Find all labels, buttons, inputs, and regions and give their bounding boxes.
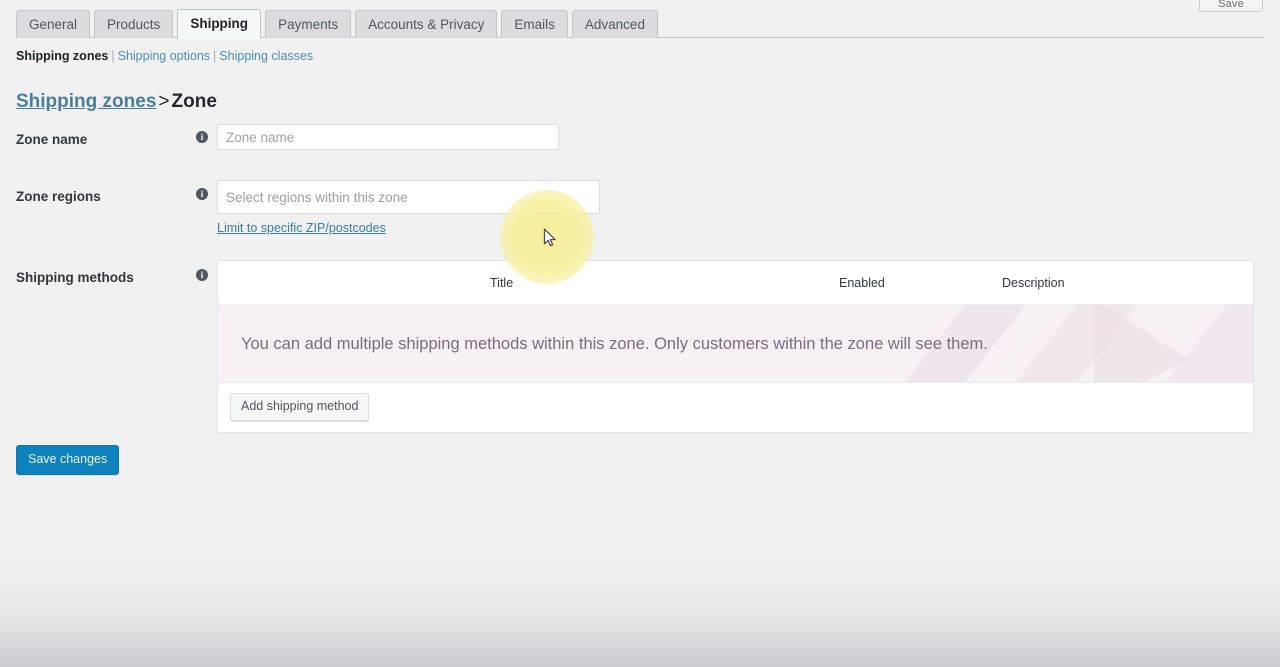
shipping-subnav: Shipping zones | Shipping options | Shipping… [16, 48, 313, 64]
zone-regions-label: Zone regions [16, 189, 101, 204]
tab-advanced[interactable]: Advanced [571, 10, 658, 38]
shipping-methods-table-header: Title Enabled Description [218, 261, 1253, 305]
info-icon[interactable]: i [196, 131, 208, 143]
tab-general[interactable]: General [16, 10, 91, 38]
save-changes-button[interactable]: Save changes [16, 445, 120, 475]
shipping-methods-footer: Add shipping method [218, 383, 1253, 432]
page-bottom-fade [0, 547, 1280, 667]
empty-state-message: You can add multiple shipping methods wi… [241, 335, 988, 353]
zone-name-label: Zone name [16, 132, 88, 147]
subnav-separator-2: | [213, 49, 217, 63]
tab-emails[interactable]: Emails [501, 10, 568, 38]
subnav-item-shipping-options[interactable]: Shipping options [118, 49, 210, 63]
column-header-description: Description [1002, 276, 1065, 290]
add-shipping-method-button[interactable]: Add shipping method [230, 393, 370, 421]
tab-products[interactable]: Products [94, 10, 174, 38]
zone-name-input[interactable] [217, 124, 559, 150]
subnav-item-shipping-zones[interactable]: Shipping zones [16, 49, 108, 63]
limit-to-zip-postcodes-link[interactable]: Limit to specific ZIP/postcodes [217, 221, 386, 235]
tab-accounts-privacy[interactable]: Accounts & Privacy [355, 10, 498, 38]
tab-payments[interactable]: Payments [265, 10, 352, 38]
page-title: Shipping zones > Zone [16, 91, 217, 113]
breadcrumb-shipping-zones-link[interactable]: Shipping zones [16, 91, 156, 112]
info-icon[interactable]: i [196, 188, 208, 200]
breadcrumb-separator: > [158, 90, 170, 112]
tab-shipping[interactable]: Shipping [177, 9, 262, 39]
subnav-item-shipping-classes[interactable]: Shipping classes [219, 49, 313, 63]
info-icon[interactable]: i [196, 269, 208, 281]
shipping-methods-table: Title Enabled Description You can add mu… [217, 260, 1254, 433]
mouse-cursor-icon [543, 228, 556, 247]
shipping-methods-empty-row: You can add multiple shipping methods wi… [218, 305, 1253, 383]
subnav-separator-1: | [111, 49, 115, 63]
zone-regions-select[interactable] [217, 180, 600, 214]
column-header-title: Title [490, 276, 514, 290]
breadcrumb-current: Zone [171, 90, 217, 112]
shipping-methods-label: Shipping methods [16, 270, 134, 285]
column-header-enabled: Enabled [839, 276, 885, 290]
settings-tab-bar: General Products Shipping Payments Accounts … [16, 9, 1264, 39]
